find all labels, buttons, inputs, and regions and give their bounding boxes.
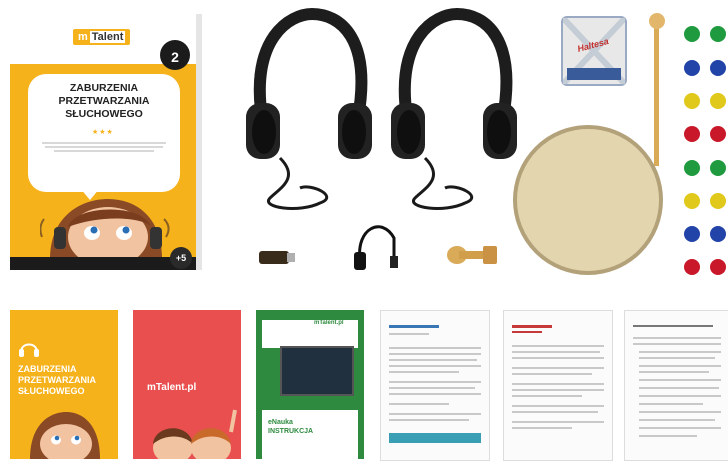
wooden-stamp	[447, 246, 497, 264]
colored-dot	[710, 160, 726, 176]
colored-dot	[684, 226, 700, 242]
book-green-logo: mTalent.pl	[314, 320, 344, 326]
book-red: mTalent.pl	[133, 310, 241, 459]
colored-dot	[710, 26, 726, 42]
colored-dot	[684, 26, 700, 42]
document-page-1	[380, 310, 490, 461]
plus-badge: +5	[170, 247, 192, 269]
product-box: m Talent 2 ZABURZENIA PRZETWARZANIA SŁUCH…	[10, 12, 198, 270]
audio-splitter	[354, 225, 398, 270]
colored-dot	[710, 60, 726, 76]
stars-decoration: ★★★	[92, 129, 114, 136]
box-title: ZABURZENIA PRZETWARZANIA SŁUCHOWEGO	[58, 82, 150, 120]
colored-dot	[710, 93, 726, 109]
frame-drum	[513, 125, 663, 275]
document-page-2	[503, 310, 613, 461]
book-red-title: mTalent.pl	[147, 382, 197, 393]
headphones-left	[246, 8, 372, 210]
headphones-right	[391, 8, 517, 210]
laptop-illustration	[280, 346, 354, 396]
colored-dot	[684, 93, 700, 109]
document-page-3	[624, 310, 728, 461]
colored-dot	[684, 160, 700, 176]
card-game-box	[561, 16, 627, 86]
book-green: mTalent.pl eNauka INSTRUKCJA	[256, 310, 364, 459]
mallet-head	[649, 13, 665, 29]
colored-dot	[684, 126, 700, 142]
colored-dot	[710, 193, 726, 209]
box-side	[196, 14, 202, 270]
colored-dot	[710, 259, 726, 275]
brand-logo: m Talent	[73, 29, 131, 45]
colored-dot	[710, 126, 726, 142]
colored-dot	[710, 226, 726, 242]
usb-adapter	[259, 251, 295, 264]
kids-illustration	[153, 409, 237, 459]
colored-dot	[684, 259, 700, 275]
colored-dot	[684, 60, 700, 76]
book-green-title: eNauka INSTRUKCJA	[268, 419, 314, 435]
book-yellow-title: ZABURZENIA PRZETWARZANIA SŁUCHOWEGO	[18, 364, 96, 396]
book-yellow: ZABURZENIA PRZETWARZANIA SŁUCHOWEGO	[10, 310, 118, 459]
child-illustration	[40, 199, 170, 259]
mallet-stick	[654, 28, 659, 166]
child-illustration-small	[30, 412, 100, 459]
headphones-icon	[19, 343, 39, 357]
age-badge: 2	[160, 40, 190, 70]
box-description	[42, 140, 166, 154]
colored-dot	[684, 193, 700, 209]
